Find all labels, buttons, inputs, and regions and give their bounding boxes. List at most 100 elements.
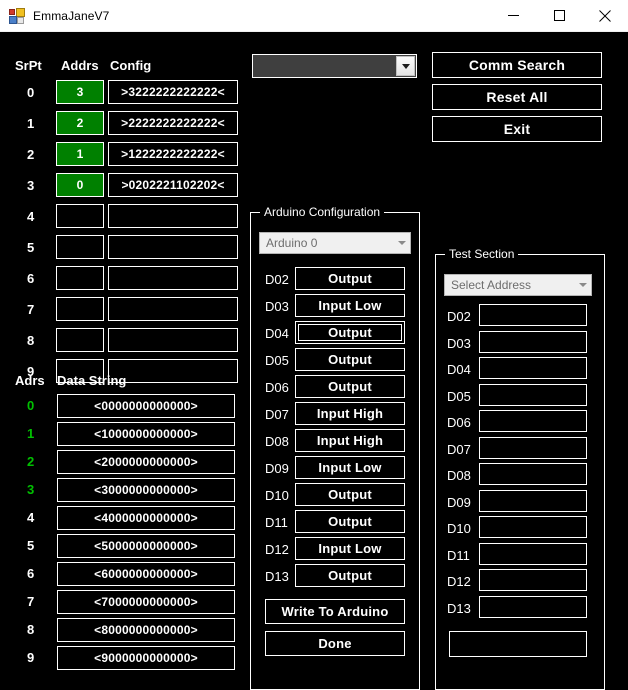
arduino-board-value: Arduino 0 [266, 236, 318, 250]
arduino-pin-state-button[interactable]: Output [295, 321, 405, 344]
test-pin-field[interactable] [479, 569, 587, 591]
arduino-pin-state-button[interactable]: Output [295, 267, 405, 290]
data-string-field[interactable]: <7000000000000> [57, 590, 235, 614]
data-row-index: 4 [27, 510, 35, 525]
test-pin-field[interactable] [479, 542, 587, 565]
arduino-pin-label: D04 [265, 326, 289, 341]
data-string-field[interactable]: <3000000000000> [57, 478, 235, 502]
config-field[interactable] [108, 204, 238, 228]
serial-row-index: 4 [27, 209, 35, 224]
config-field[interactable] [108, 359, 238, 383]
arduino-pin-label: D07 [265, 407, 289, 422]
serial-row-index: 1 [27, 116, 35, 131]
test-pin-field[interactable] [479, 357, 587, 379]
data-string-field[interactable]: <9000000000000> [57, 646, 235, 670]
data-row-index: 0 [27, 398, 35, 413]
arduino-pin-label: D08 [265, 434, 289, 449]
addrs-field[interactable]: 3 [56, 80, 104, 104]
test-address-select[interactable]: Select Address [444, 274, 592, 296]
addrs-field[interactable] [56, 266, 104, 290]
data-row-index: 8 [27, 622, 35, 637]
header-adrs: Adrs [15, 373, 45, 388]
app-window-icon [9, 7, 25, 24]
arduino-pin-state-button[interactable]: Output [295, 348, 405, 371]
test-pin-field[interactable] [479, 410, 587, 432]
test-address-value: Select Address [451, 278, 532, 292]
config-field[interactable] [108, 235, 238, 259]
addrs-field[interactable] [56, 204, 104, 228]
test-pin-field[interactable] [479, 516, 587, 538]
form-surface: SrPt Addrs Config 0 3 >3222222222222< 1 2 >22… [0, 32, 628, 690]
arduino-pin-state-button[interactable]: Input High [295, 429, 405, 452]
test-pin-label: D11 [447, 547, 470, 563]
test-pin-label: D13 [447, 600, 471, 616]
serial-row-index: 0 [27, 85, 35, 100]
addrs-field[interactable] [56, 297, 104, 321]
test-pin-field[interactable] [479, 463, 587, 485]
data-string-field[interactable]: <5000000000000> [57, 534, 235, 558]
test-pin-label: D07 [447, 441, 471, 457]
data-string-field[interactable]: <8000000000000> [57, 618, 235, 642]
arduino-pin-state-button[interactable]: Input Low [295, 537, 405, 560]
config-field[interactable] [108, 266, 238, 290]
done-button[interactable]: Done [265, 631, 405, 656]
chevron-down-icon[interactable] [574, 283, 591, 287]
chevron-down-icon[interactable] [396, 56, 415, 76]
config-field[interactable] [108, 328, 238, 352]
arduino-pin-label: D02 [265, 272, 289, 287]
write-to-arduino-button[interactable]: Write To Arduino [265, 599, 405, 624]
arduino-pin-state-button[interactable]: Output [295, 564, 405, 587]
comm-search-button[interactable]: Comm Search [432, 52, 602, 78]
test-pin-label: D09 [447, 494, 471, 510]
data-string-field[interactable]: <6000000000000> [57, 562, 235, 586]
comm-port-select[interactable] [252, 54, 417, 78]
data-string-field[interactable]: <0000000000000> [57, 394, 235, 418]
arduino-pin-label: D06 [265, 380, 289, 395]
data-string-field[interactable]: <2000000000000> [57, 450, 235, 474]
config-field[interactable]: >2222222222222< [108, 111, 238, 135]
test-pin-label: D05 [447, 388, 471, 404]
config-field[interactable] [108, 297, 238, 321]
arduino-pin-state-button[interactable]: Output [295, 483, 405, 506]
arduino-pin-state-button[interactable]: Input Low [295, 294, 405, 317]
data-string-field[interactable]: <4000000000000> [57, 506, 235, 530]
arduino-pin-state-button[interactable]: Output [295, 375, 405, 398]
test-pin-field[interactable] [479, 304, 587, 326]
addrs-field[interactable]: 2 [56, 111, 104, 135]
arduino-pin-label: D10 [265, 488, 289, 503]
arduino-configuration-title: Arduino Configuration [260, 205, 385, 219]
test-pin-field[interactable] [479, 436, 587, 459]
test-pin-field[interactable] [479, 383, 587, 406]
arduino-pin-state-button[interactable]: Input Low [295, 456, 405, 479]
exit-button[interactable]: Exit [432, 116, 602, 142]
addrs-field[interactable]: 1 [56, 142, 104, 166]
arduino-pin-state-button[interactable]: Output [295, 510, 405, 533]
data-row-index: 1 [27, 426, 35, 441]
arduino-pin-state-button[interactable]: Input High [295, 402, 405, 425]
maximize-icon[interactable] [536, 0, 582, 32]
test-pin-field[interactable] [479, 595, 587, 618]
config-field[interactable]: >3222222222222< [108, 80, 238, 104]
arduino-pin-label: D13 [265, 569, 289, 584]
arduino-board-select[interactable]: Arduino 0 [259, 232, 411, 254]
window-controls [490, 0, 628, 32]
test-pin-field[interactable] [479, 489, 587, 512]
test-status-field[interactable] [449, 631, 587, 657]
test-pin-field[interactable] [479, 330, 587, 353]
chevron-down-icon[interactable] [393, 241, 410, 245]
arduino-pin-label: D05 [265, 353, 289, 368]
reset-all-button[interactable]: Reset All [432, 84, 602, 110]
data-row-index: 5 [27, 538, 35, 553]
addrs-field[interactable] [56, 235, 104, 259]
config-field[interactable]: >0202221102202< [108, 173, 238, 197]
window-title: EmmaJaneV7 [33, 8, 110, 23]
addrs-field[interactable]: 0 [56, 173, 104, 197]
window-title-bar: EmmaJaneV7 [0, 0, 628, 32]
header-config: Config [110, 58, 152, 73]
addrs-field[interactable] [56, 328, 104, 352]
minimize-icon[interactable] [490, 0, 536, 32]
config-field[interactable]: >1222222222222< [108, 142, 238, 166]
close-icon[interactable] [582, 0, 628, 32]
test-pin-label: D03 [447, 335, 471, 351]
data-string-field[interactable]: <1000000000000> [57, 422, 235, 446]
